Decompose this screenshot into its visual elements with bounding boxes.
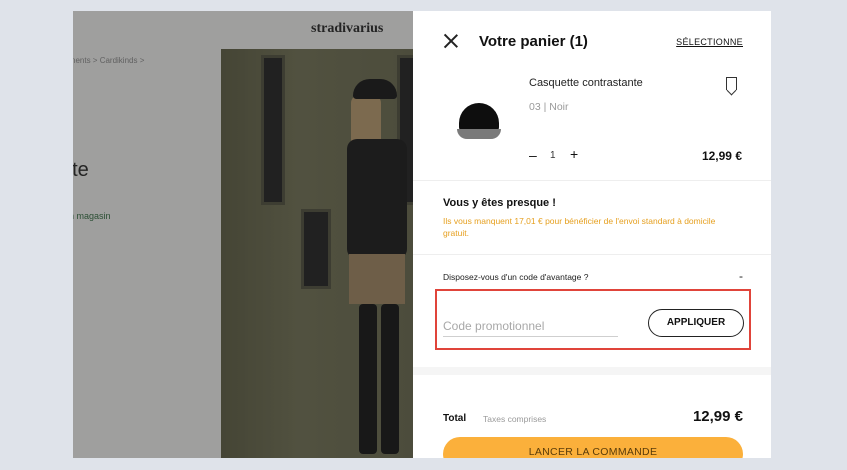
free-shipping-notice: Vous y êtes presque ! Ils vous manquent … xyxy=(413,181,771,255)
checkout-button[interactable]: LANCER LA COMMANDE xyxy=(443,437,743,458)
item-name[interactable]: Casquette contrastante xyxy=(529,77,643,89)
decrease-quantity-button[interactable]: – xyxy=(529,147,537,163)
select-items-link[interactable]: SÉLECTIONNE xyxy=(676,37,743,47)
cap-brim xyxy=(457,129,501,139)
total-amount: 12,99 € xyxy=(692,408,743,425)
shipping-title: Vous y êtes presque ! xyxy=(443,197,556,209)
browser-frame: nents > Cardikinds > nte n magasin strad… xyxy=(73,11,771,458)
tax-note: Taxes comprises xyxy=(483,414,547,424)
cart-item: Casquette contrastante 03 | Noir – 1 + 1… xyxy=(413,63,771,181)
cart-footer: Total Taxes comprises 12,99 € LANCER LA … xyxy=(413,367,771,458)
cap-product-image[interactable] xyxy=(455,99,503,149)
item-price: 12,99 € xyxy=(701,149,742,163)
total-label: Total xyxy=(443,413,467,424)
background-product-page: nents > Cardikinds > nte n magasin strad… xyxy=(73,11,413,458)
promo-code-input[interactable] xyxy=(443,315,618,337)
apply-promo-button[interactable]: APPLIQUER xyxy=(648,309,744,337)
modal-overlay[interactable] xyxy=(73,11,413,458)
cap-crown xyxy=(459,103,499,131)
bookmark-icon[interactable] xyxy=(726,77,737,90)
promo-collapse-toggle[interactable]: - xyxy=(739,269,743,283)
cart-header: Votre panier (1) SÉLECTIONNE xyxy=(413,11,771,63)
increase-quantity-button[interactable]: + xyxy=(570,146,578,162)
promo-question[interactable]: Disposez-vous d'un code d'avantage ? xyxy=(443,272,588,282)
shipping-message: Ils vous manquent 17,01 € pour bénéficie… xyxy=(443,216,716,238)
quantity-value: 1 xyxy=(550,150,556,161)
close-icon[interactable] xyxy=(443,33,459,49)
cart-drawer: Votre panier (1) SÉLECTIONNE Casquette c… xyxy=(413,11,771,458)
item-variant: 03 | Noir xyxy=(529,101,569,113)
cart-title: Votre panier (1) xyxy=(479,33,588,50)
